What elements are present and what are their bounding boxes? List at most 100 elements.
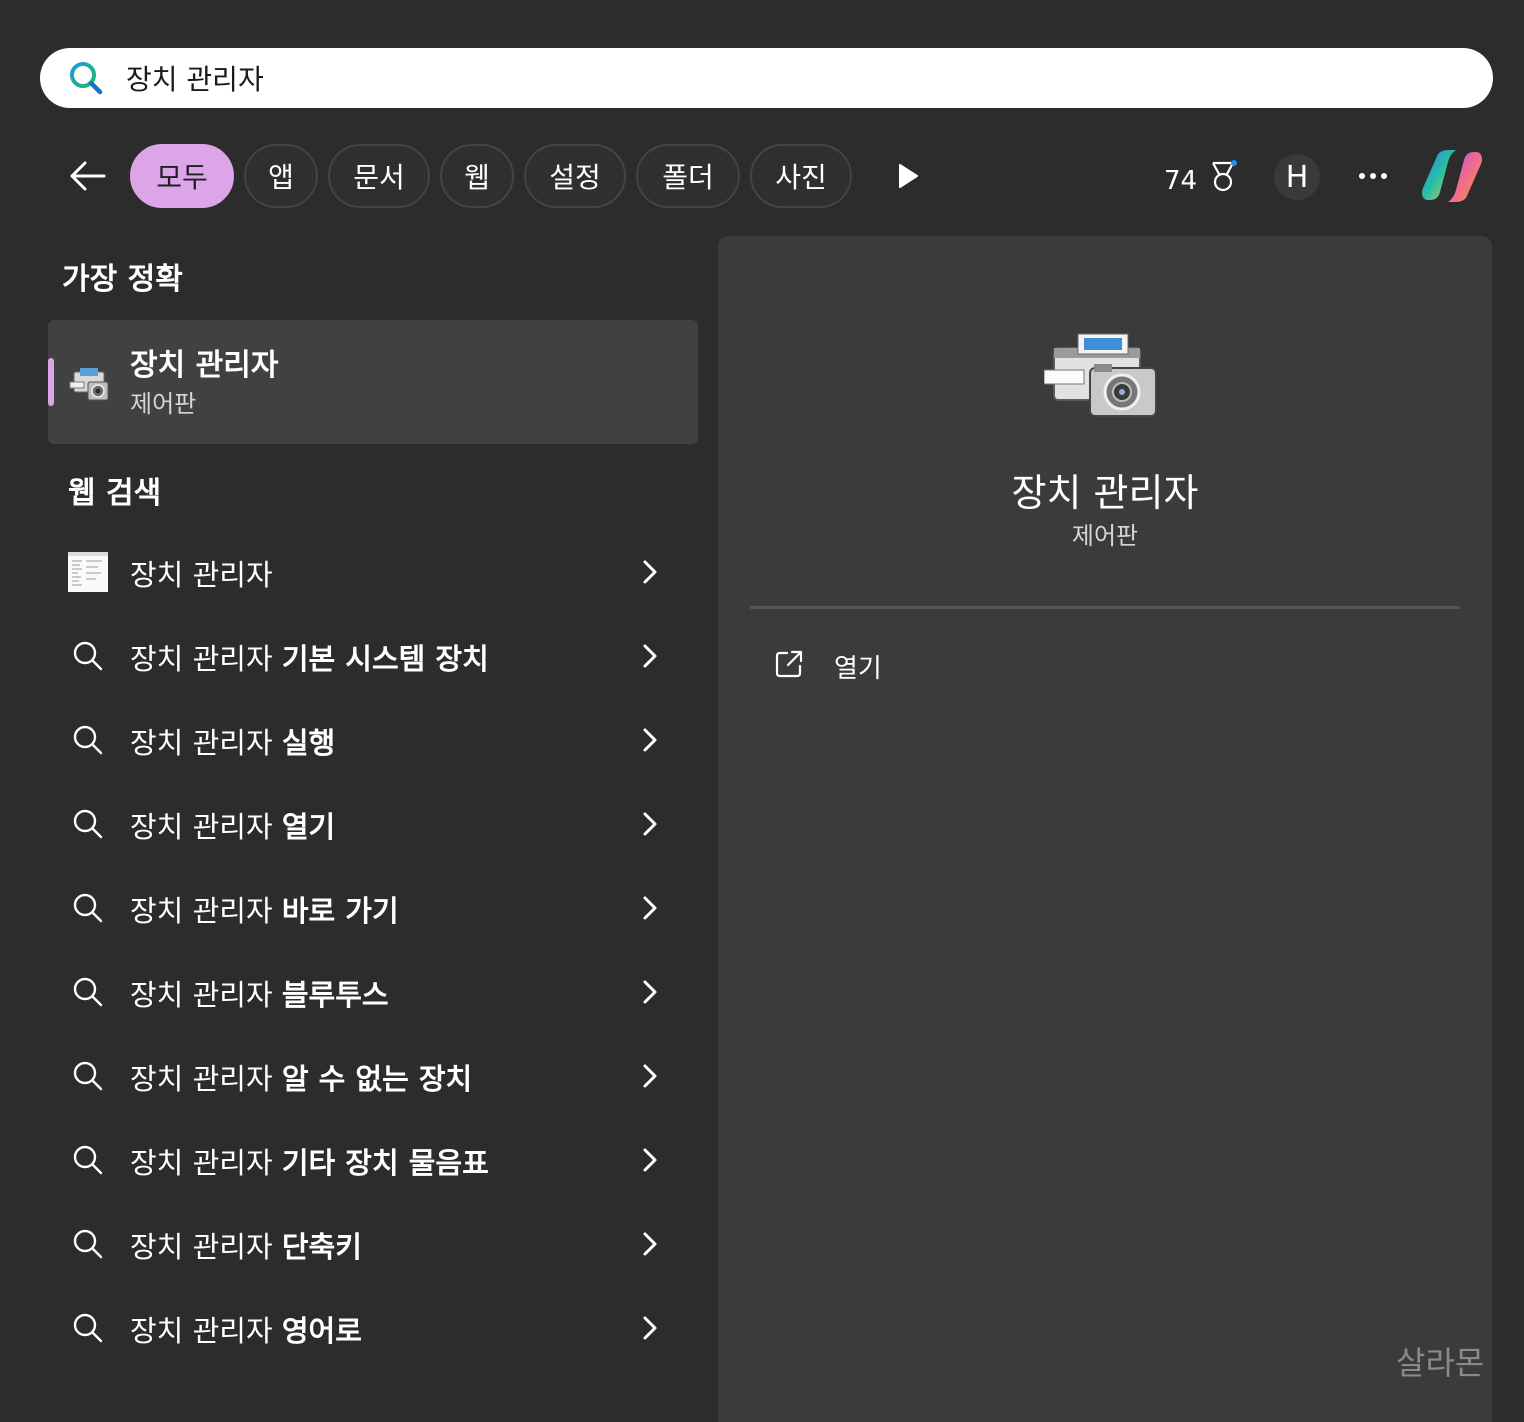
web-result-row[interactable]: 장치 관리자 단축키 bbox=[48, 1202, 698, 1286]
search-icon bbox=[68, 972, 108, 1012]
chevron-right-icon[interactable] bbox=[638, 892, 662, 924]
web-result-query: 장치 관리자 bbox=[130, 1230, 282, 1264]
web-result-query: 장치 관리자 bbox=[130, 642, 282, 676]
filter-all[interactable]: 모두 bbox=[130, 144, 234, 208]
user-avatar[interactable]: H bbox=[1274, 154, 1320, 200]
filter-label: 웹 bbox=[464, 161, 490, 194]
web-result-text: 장치 관리자 열기 bbox=[130, 804, 335, 846]
filter-label: 사진 bbox=[775, 161, 827, 194]
filter-apps[interactable]: 앱 bbox=[244, 144, 318, 208]
back-arrow-icon[interactable] bbox=[66, 156, 110, 196]
web-result-suggestion: 바로 가기 bbox=[281, 894, 399, 928]
web-result-text: 장치 관리자 기본 시스템 장치 bbox=[130, 636, 489, 678]
open-button[interactable]: 열기 bbox=[774, 646, 882, 686]
web-result-text: 장치 관리자 기타 장치 물음표 bbox=[130, 1140, 489, 1182]
web-result-text: 장치 관리자 영어로 bbox=[130, 1308, 362, 1350]
web-result-suggestion: 블루투스 bbox=[281, 978, 389, 1012]
search-icon bbox=[68, 1308, 108, 1348]
chevron-right-icon[interactable] bbox=[638, 724, 662, 756]
web-result-query: 장치 관리자 bbox=[130, 726, 282, 760]
points-value: 74 bbox=[1164, 165, 1198, 196]
chevron-right-icon[interactable] bbox=[638, 1144, 662, 1176]
web-result-row[interactable]: 장치 관리자 블루투스 bbox=[48, 950, 698, 1034]
medal-icon bbox=[1207, 160, 1239, 201]
search-input[interactable] bbox=[126, 56, 1426, 100]
more-options-icon[interactable] bbox=[1352, 160, 1394, 192]
more-filters-play-icon[interactable] bbox=[892, 160, 924, 192]
web-result-text: 장치 관리자 바로 가기 bbox=[130, 888, 399, 930]
device-manager-icon bbox=[68, 364, 114, 408]
filter-documents[interactable]: 문서 bbox=[328, 144, 430, 208]
copilot-icon[interactable] bbox=[1420, 146, 1484, 206]
web-result-suggestion: 실행 bbox=[281, 726, 336, 760]
watermark: 살라몬 bbox=[1396, 1344, 1485, 1382]
best-match-title: 장치 관리자 bbox=[130, 348, 279, 383]
preview-title: 장치 관리자 bbox=[1011, 471, 1199, 515]
web-result-suggestion: 열기 bbox=[281, 810, 336, 844]
best-match-item[interactable]: 장치 관리자 제어판 bbox=[48, 320, 698, 444]
web-result-row[interactable]: 장치 관리자 바로 가기 bbox=[48, 866, 698, 950]
filter-label: 모두 bbox=[156, 161, 208, 194]
web-search-heading: 웹 검색 bbox=[68, 476, 162, 511]
web-result-query: 장치 관리자 bbox=[130, 558, 273, 592]
chevron-right-icon[interactable] bbox=[638, 976, 662, 1008]
filter-folders[interactable]: 폴더 bbox=[636, 144, 740, 208]
web-result-suggestion: 영어로 bbox=[281, 1314, 362, 1348]
search-icon bbox=[68, 720, 108, 760]
web-result-query: 장치 관리자 bbox=[130, 1314, 282, 1348]
preview-panel: 장치 관리자 제어판 열기 bbox=[718, 236, 1492, 1422]
web-result-text: 장치 관리자 알 수 없는 장치 bbox=[130, 1056, 472, 1098]
device-manager-large-icon bbox=[1043, 330, 1164, 434]
web-result-suggestion: 기타 장치 물음표 bbox=[281, 1146, 489, 1180]
web-result-row[interactable]: 장치 관리자 실행 bbox=[48, 698, 698, 782]
search-bar[interactable] bbox=[40, 48, 1493, 108]
chevron-right-icon[interactable] bbox=[638, 808, 662, 840]
web-result-text: 장치 관리자 단축키 bbox=[130, 1224, 362, 1266]
chevron-right-icon[interactable] bbox=[638, 1228, 662, 1260]
web-result-query: 장치 관리자 bbox=[130, 894, 282, 928]
web-result-suggestion: 단축키 bbox=[281, 1230, 362, 1264]
web-result-text: 장치 관리자 bbox=[130, 552, 273, 594]
search-icon bbox=[68, 804, 108, 844]
preview-divider bbox=[750, 606, 1460, 609]
web-result-row[interactable]: 장치 관리자 영어로 bbox=[48, 1286, 698, 1370]
best-match-subtitle: 제어판 bbox=[130, 390, 197, 418]
preview-subtitle: 제어판 bbox=[1071, 522, 1139, 550]
selection-indicator bbox=[48, 358, 54, 406]
open-external-icon bbox=[774, 649, 804, 683]
best-match-heading: 가장 정확 bbox=[62, 262, 183, 297]
web-result-suggestion: 알 수 없는 장치 bbox=[281, 1062, 473, 1096]
web-result-query: 장치 관리자 bbox=[130, 1062, 282, 1096]
web-result-query: 장치 관리자 bbox=[130, 1146, 282, 1180]
web-result-text: 장치 관리자 블루투스 bbox=[130, 972, 389, 1014]
search-icon bbox=[66, 58, 106, 98]
chevron-right-icon[interactable] bbox=[638, 1060, 662, 1092]
filter-label: 설정 bbox=[549, 161, 601, 194]
search-icon bbox=[68, 636, 108, 676]
web-result-query: 장치 관리자 bbox=[130, 810, 282, 844]
open-label: 열기 bbox=[834, 653, 882, 684]
search-icon bbox=[68, 1140, 108, 1180]
search-icon bbox=[68, 888, 108, 928]
filter-label: 문서 bbox=[353, 161, 405, 194]
filter-label: 폴더 bbox=[662, 161, 714, 194]
search-icon bbox=[68, 1056, 108, 1096]
thumbnail-icon bbox=[68, 552, 108, 592]
chevron-right-icon[interactable] bbox=[638, 640, 662, 672]
chevron-right-icon[interactable] bbox=[638, 1312, 662, 1344]
web-result-row[interactable]: 장치 관리자 기본 시스템 장치 bbox=[48, 614, 698, 698]
web-result-text: 장치 관리자 실행 bbox=[130, 720, 335, 762]
web-result-row[interactable]: 장치 관리자 알 수 없는 장치 bbox=[48, 1034, 698, 1118]
filter-settings[interactable]: 설정 bbox=[524, 144, 626, 208]
rewards-points[interactable]: 74 bbox=[1164, 160, 1239, 201]
web-result-query: 장치 관리자 bbox=[130, 978, 282, 1012]
web-result-row[interactable]: 장치 관리자 bbox=[48, 530, 698, 614]
filter-web[interactable]: 웹 bbox=[440, 144, 514, 208]
web-result-row[interactable]: 장치 관리자 기타 장치 물음표 bbox=[48, 1118, 698, 1202]
web-result-row[interactable]: 장치 관리자 열기 bbox=[48, 782, 698, 866]
chevron-right-icon[interactable] bbox=[638, 556, 662, 588]
filter-photos[interactable]: 사진 bbox=[750, 144, 852, 208]
search-icon bbox=[68, 1224, 108, 1264]
filter-bar: 모두 앱 문서 웹 설정 폴더 사진 74 H bbox=[0, 140, 1524, 212]
web-result-suggestion: 기본 시스템 장치 bbox=[281, 642, 489, 676]
